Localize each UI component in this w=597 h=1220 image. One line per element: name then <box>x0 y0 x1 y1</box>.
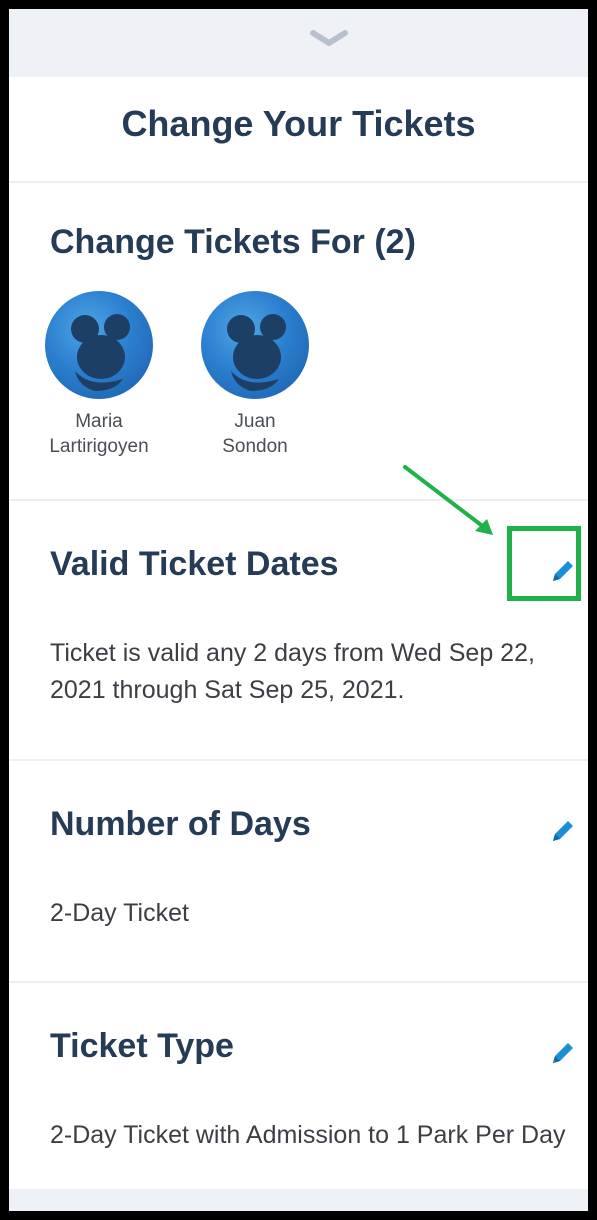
page-header: Change Your Tickets <box>9 77 588 183</box>
app-frame: Change Your Tickets Change Tickets For (… <box>0 0 597 1220</box>
type-section: Ticket Type 2-Day Ticket with Admission … <box>9 983 588 1189</box>
type-title: Ticket Type <box>50 1027 234 1065</box>
arrow-icon <box>403 465 493 535</box>
avatar[interactable] <box>45 291 153 399</box>
guests-section-title: Change Tickets For (2) <box>50 223 416 261</box>
page-title: Change Your Tickets <box>121 103 476 144</box>
guests-section: Change Tickets For (2) Maria Lartirigoye… <box>9 183 588 499</box>
days-value: 2-Day Ticket <box>50 899 189 927</box>
valid-dates-title: Valid Ticket Dates <box>50 545 339 583</box>
guest-card[interactable]: Maria Lartirigoyen <box>39 291 159 459</box>
pencil-icon[interactable] <box>549 1039 577 1067</box>
guest-name: Maria Lartirigoyen <box>49 411 149 457</box>
days-section: Number of Days 2-Day Ticket <box>9 761 588 981</box>
valid-dates-description: Ticket is valid any 2 days from Wed Sep … <box>50 639 535 704</box>
drawer-handle-bar[interactable] <box>9 9 588 77</box>
highlight-box <box>507 526 581 601</box>
guest-card[interactable]: Juan Sondon <box>195 291 315 459</box>
bottom-bar <box>9 1189 588 1211</box>
mickey-silhouette-icon <box>71 314 130 391</box>
chevron-down-icon[interactable] <box>309 29 349 49</box>
guest-name: Juan Sondon <box>222 411 288 457</box>
days-title: Number of Days <box>50 805 311 843</box>
pencil-icon[interactable] <box>549 817 577 845</box>
mickey-silhouette-icon <box>227 314 286 391</box>
type-value: 2-Day Ticket with Admission to 1 Park Pe… <box>50 1121 566 1149</box>
avatar[interactable] <box>201 291 309 399</box>
